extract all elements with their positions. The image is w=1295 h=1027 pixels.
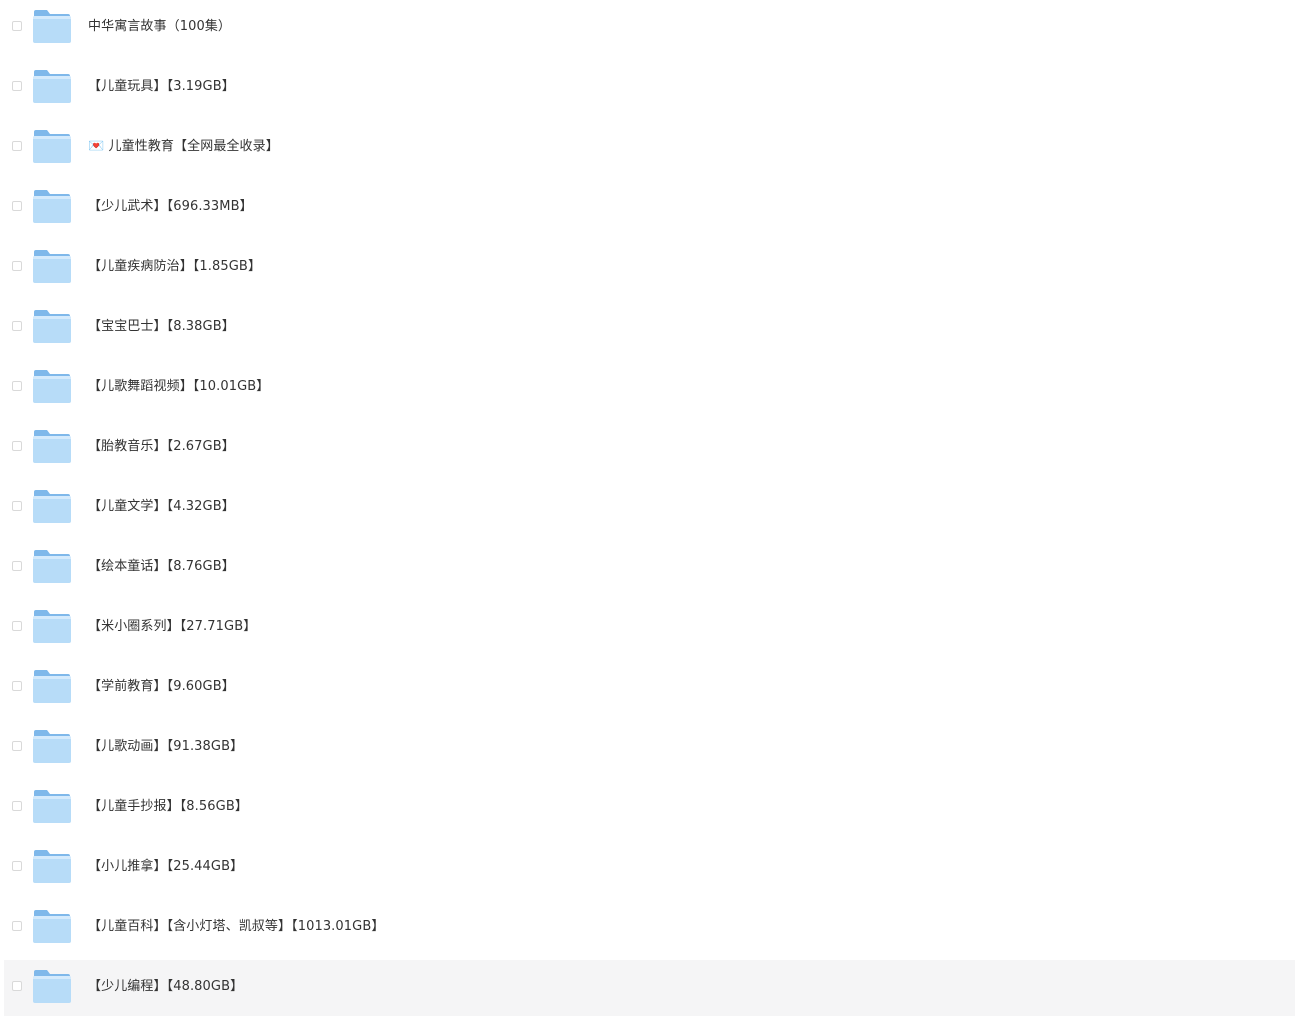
checkbox-icon[interactable]	[12, 561, 22, 571]
checkbox-icon[interactable]	[12, 81, 22, 91]
file-name[interactable]: 【米小圈系列】【27.71GB】	[88, 617, 256, 637]
file-row[interactable]: 中华寓言故事（100集）	[4, 0, 1295, 56]
checkbox-icon[interactable]	[12, 261, 22, 271]
checkbox-icon[interactable]	[12, 321, 22, 331]
file-row[interactable]: 【儿歌动画】【91.38GB】	[4, 720, 1295, 776]
folder-icon	[33, 370, 71, 403]
file-name[interactable]: 【少儿编程】【48.80GB】	[88, 977, 243, 997]
folder-icon	[33, 430, 71, 463]
file-row[interactable]: 【宝宝巴士】【8.38GB】	[4, 300, 1295, 356]
file-name[interactable]: 【少儿武术】【696.33MB】	[88, 197, 253, 217]
file-name[interactable]: 【儿童百科】【含小灯塔、凯叔等】【1013.01GB】	[88, 917, 384, 937]
checkbox-icon[interactable]	[12, 621, 22, 631]
folder-icon	[33, 910, 71, 943]
folder-icon	[33, 850, 71, 883]
folder-icon	[33, 670, 71, 703]
file-row[interactable]: 【儿童玩具】【3.19GB】	[4, 60, 1295, 116]
file-row[interactable]: 【学前教育】【9.60GB】	[4, 660, 1295, 716]
checkbox-icon[interactable]	[12, 501, 22, 511]
file-row[interactable]: 【儿童文学】【4.32GB】	[4, 480, 1295, 536]
checkbox-icon[interactable]	[12, 21, 22, 31]
file-row[interactable]: 【少儿编程】【48.80GB】	[4, 960, 1295, 1016]
folder-icon	[33, 970, 71, 1003]
file-name[interactable]: 【学前教育】【9.60GB】	[88, 677, 235, 697]
file-name[interactable]: 【宝宝巴士】【8.38GB】	[88, 317, 235, 337]
file-name[interactable]: 【儿童玩具】【3.19GB】	[88, 77, 235, 97]
checkbox-icon[interactable]	[12, 921, 22, 931]
folder-icon	[33, 10, 71, 43]
checkbox-icon[interactable]	[12, 141, 22, 151]
folder-icon	[33, 310, 71, 343]
checkbox-icon[interactable]	[12, 861, 22, 871]
file-row[interactable]: 【儿歌舞蹈视频】【10.01GB】	[4, 360, 1295, 416]
file-row[interactable]: 💌 儿童性教育【全网最全收录】	[4, 120, 1295, 176]
file-name[interactable]: 【绘本童话】【8.76GB】	[88, 557, 235, 577]
file-row[interactable]: 【少儿武术】【696.33MB】	[4, 180, 1295, 236]
checkbox-icon[interactable]	[12, 381, 22, 391]
file-list: 中华寓言故事（100集） 【儿童玩具】【3.19GB】 💌 儿童性教育【全网最全…	[0, 0, 1295, 1027]
file-name[interactable]: 【胎教音乐】【2.67GB】	[88, 437, 235, 457]
folder-icon	[33, 190, 71, 223]
checkbox-icon[interactable]	[12, 681, 22, 691]
checkbox-icon[interactable]	[12, 201, 22, 211]
checkbox-icon[interactable]	[12, 441, 22, 451]
file-name[interactable]: 【儿歌动画】【91.38GB】	[88, 737, 243, 757]
folder-icon	[33, 730, 71, 763]
file-name[interactable]: 【儿童文学】【4.32GB】	[88, 497, 235, 517]
file-row[interactable]: 【米小圈系列】【27.71GB】	[4, 600, 1295, 656]
folder-icon	[33, 790, 71, 823]
file-row[interactable]: 【儿童手抄报】【8.56GB】	[4, 780, 1295, 836]
file-row[interactable]: 【儿童疾病防治】【1.85GB】	[4, 240, 1295, 296]
folder-icon	[33, 490, 71, 523]
folder-icon	[33, 130, 71, 163]
file-row[interactable]: 【儿童百科】【含小灯塔、凯叔等】【1013.01GB】	[4, 900, 1295, 956]
checkbox-icon[interactable]	[12, 981, 22, 991]
file-name[interactable]: 【儿童疾病防治】【1.85GB】	[88, 257, 261, 277]
file-name[interactable]: 中华寓言故事（100集）	[88, 17, 231, 37]
file-row[interactable]: 【绘本童话】【8.76GB】	[4, 540, 1295, 596]
folder-icon	[33, 70, 71, 103]
file-name[interactable]: 【儿歌舞蹈视频】【10.01GB】	[88, 377, 269, 397]
file-name[interactable]: 【儿童手抄报】【8.56GB】	[88, 797, 248, 817]
file-name[interactable]: 【小儿推拿】【25.44GB】	[88, 857, 243, 877]
file-name[interactable]: 💌 儿童性教育【全网最全收录】	[88, 137, 279, 157]
folder-icon	[33, 250, 71, 283]
folder-icon	[33, 610, 71, 643]
checkbox-icon[interactable]	[12, 801, 22, 811]
checkbox-icon[interactable]	[12, 741, 22, 751]
folder-icon	[33, 550, 71, 583]
file-row[interactable]: 【小儿推拿】【25.44GB】	[4, 840, 1295, 896]
file-row[interactable]: 【胎教音乐】【2.67GB】	[4, 420, 1295, 476]
